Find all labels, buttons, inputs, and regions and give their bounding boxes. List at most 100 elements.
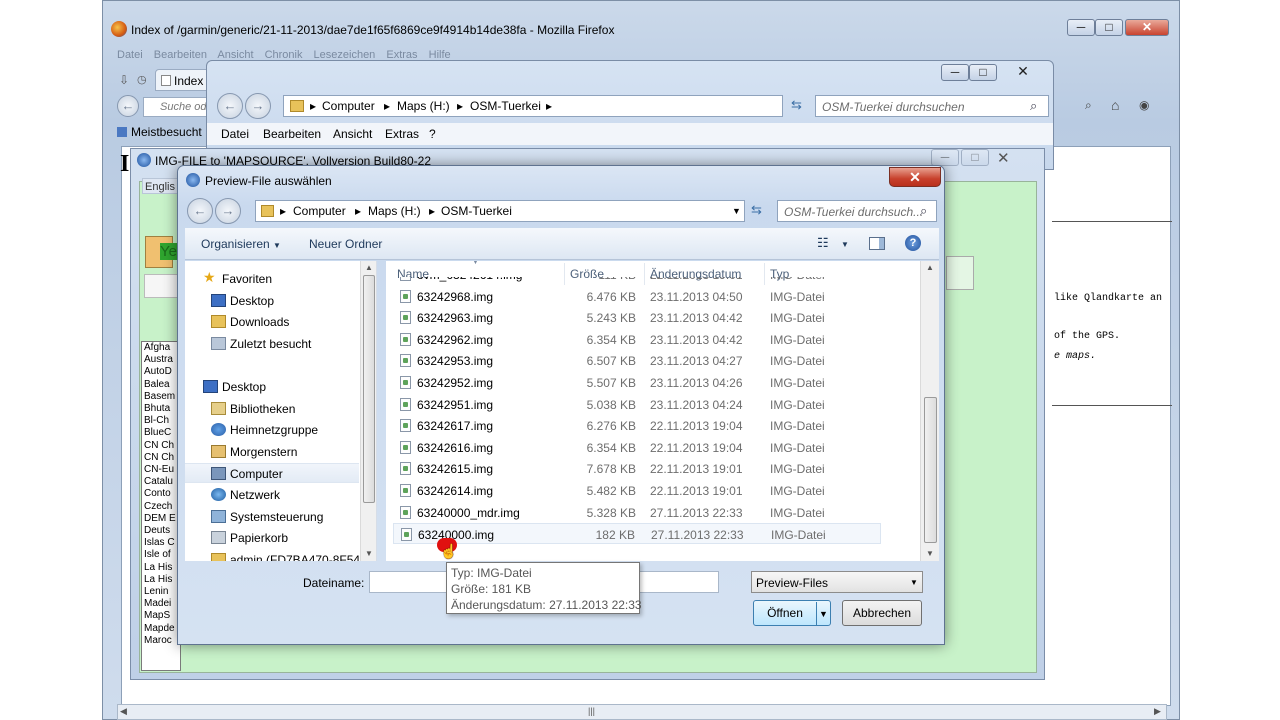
app-close-button[interactable]: ✕ [997, 149, 1010, 167]
search-input[interactable]: Suche od [143, 97, 211, 117]
nav-papierkorb[interactable]: Papierkorb [211, 528, 373, 548]
nav-heimnetzgruppe[interactable]: Heimnetzgruppe [211, 420, 373, 440]
nav-computer[interactable]: Computer [185, 463, 359, 483]
dialog-search-input[interactable]: OSM-Tuerkei durchsuch... ⌕ [777, 200, 937, 222]
country-list-item[interactable]: Bhuta [142, 403, 180, 415]
crumb-osm-tuerkei[interactable]: OSM-Tuerkei [470, 99, 541, 113]
file-scrollbar[interactable]: ▲ ▼ [920, 261, 939, 561]
scroll-left-icon[interactable]: ◀ [120, 706, 127, 717]
dialog-address-bar[interactable]: ▸ Computer ▸ Maps (H:) ▸ OSM-Tuerkei ▼ [255, 200, 745, 222]
country-list-item[interactable]: Balea [142, 379, 180, 391]
download-icon[interactable]: ⇩ [119, 73, 129, 87]
address-dropdown-icon[interactable]: ▼ [732, 206, 741, 216]
scroll-down-icon[interactable]: ▼ [926, 549, 934, 558]
explorer-menu-bearbeiten[interactable]: Bearbeiten [263, 127, 321, 141]
crumb-maps[interactable]: Maps (H:) [397, 99, 450, 113]
dialog-close-button[interactable]: ✕ [889, 167, 941, 187]
explorer-menu-extras[interactable]: Extras [385, 127, 419, 141]
scroll-grip-icon[interactable]: ||| [588, 706, 595, 716]
view-options-icon[interactable]: ☷ [817, 235, 829, 251]
explorer-menu-ansicht[interactable]: Ansicht [333, 127, 372, 141]
explorer-menu-datei[interactable]: Datei [221, 127, 249, 141]
open-split-chevron-icon[interactable]: ▼ [816, 602, 830, 626]
file-row[interactable]: 63242953.img 6.507 KB 23.11.2013 04:27 IMG-… [393, 350, 881, 371]
file-scroll-thumb[interactable] [924, 397, 937, 543]
crumb-computer[interactable]: Computer [322, 99, 375, 113]
maximize-button[interactable]: □ [1095, 19, 1123, 36]
file-row[interactable]: 63242616.img 6.354 KB 22.11.2013 19:04 IMG-… [393, 437, 881, 458]
nav-systemsteuerung[interactable]: Systemsteuerung [211, 507, 373, 527]
file-row[interactable]: 63240000.img 182 KB 27.11.2013 22:33 IMG-Da… [393, 523, 881, 545]
explorer-menu-help[interactable]: ? [429, 127, 436, 141]
dialog-forward-button[interactable]: → [215, 198, 241, 224]
country-list[interactable]: Afgha Austra AutoD Balea Basem Bhuta Bl-Ch Blue… [141, 341, 181, 671]
close-button[interactable]: ✕ [1125, 19, 1169, 36]
scroll-up-icon[interactable]: ▲ [365, 263, 373, 272]
explorer-search-input[interactable]: OSM-Tuerkei durchsuchen ⌕ [815, 95, 1049, 117]
open-button[interactable]: Öffnen ▼ [753, 600, 831, 626]
file-row[interactable]: 63242617.img 6.276 KB 22.11.2013 19:04 IMG-… [393, 415, 881, 436]
file-row[interactable]: 63242615.img 7.678 KB 22.11.2013 19:01 IMG-… [393, 458, 881, 479]
country-list-item[interactable]: Maroc [142, 635, 180, 647]
dialog-crumb-maps[interactable]: Maps (H:) [368, 204, 421, 218]
file-row[interactable]: 63242614.img 5.482 KB 22.11.2013 19:01 IMG-… [393, 480, 881, 501]
dialog-crumb-computer[interactable]: Computer [293, 204, 346, 218]
country-list-item[interactable]: Catalu [142, 476, 180, 488]
back-button[interactable]: ← [117, 95, 139, 117]
addon-icon[interactable]: ◉ [1139, 98, 1149, 112]
nav-desktop-fav[interactable]: Desktop [211, 291, 373, 311]
country-list-item[interactable]: CN-Eu [142, 464, 180, 476]
dialog-back-button[interactable]: ← [187, 198, 213, 224]
file-row[interactable]: ovm_63242614.img 111 KB 22.11.2013 19:01 IM… [393, 277, 881, 285]
new-folder-button[interactable]: Neuer Ordner [309, 237, 382, 251]
country-list-item[interactable]: Bl-Ch [142, 415, 180, 427]
country-list-item[interactable]: MapS [142, 610, 180, 622]
file-row[interactable]: 63242952.img 5.507 KB 23.11.2013 04:26 IMG-… [393, 372, 881, 393]
nav-netzwerk[interactable]: Netzwerk [211, 485, 373, 505]
country-list-item[interactable]: BlueC [142, 427, 180, 439]
help-icon[interactable]: ? [905, 235, 921, 251]
country-list-item[interactable]: AutoD [142, 366, 180, 378]
organize-button[interactable]: Organisieren ▼ [201, 237, 281, 251]
explorer-forward-button[interactable]: → [245, 93, 271, 119]
country-list-item[interactable]: CN Ch [142, 440, 180, 452]
country-list-item[interactable]: Basem [142, 391, 180, 403]
file-type-select[interactable]: Preview-Files ▼ [751, 571, 923, 593]
scroll-right-icon[interactable]: ▶ [1154, 706, 1161, 717]
file-row[interactable]: 63242951.img 5.038 KB 23.11.2013 04:24 IMG-… [393, 394, 881, 415]
country-list-item[interactable]: Madei [142, 598, 180, 610]
explorer-maximize-button[interactable]: □ [969, 64, 997, 81]
nav-admin-folder[interactable]: admin (FD7BA470-8F54 [211, 550, 373, 561]
nav-scrollbar[interactable]: ▲ ▼ [360, 261, 376, 561]
app-minimize-button[interactable]: ─ [931, 149, 959, 166]
yes-button[interactable]: Ye [145, 236, 177, 268]
menu-bearbeiten[interactable]: Bearbeiten [154, 49, 207, 61]
country-list-item[interactable]: La His [142, 574, 180, 586]
country-list-item[interactable]: Conto [142, 488, 180, 500]
scroll-up-icon[interactable]: ▲ [926, 263, 934, 272]
dialog-refresh-icon[interactable]: ⇆ [751, 202, 762, 218]
file-row[interactable]: 63242963.img 5.243 KB 23.11.2013 04:42 IMG-… [393, 307, 881, 328]
preview-pane-icon[interactable] [869, 237, 885, 250]
app-maximize-button[interactable]: □ [961, 149, 989, 166]
country-list-item[interactable]: Isle of [142, 549, 180, 561]
country-list-item[interactable]: CN Ch [142, 452, 180, 464]
country-list-item[interactable]: Lenin [142, 586, 180, 598]
nav-bibliotheken[interactable]: Bibliotheken [211, 399, 373, 419]
nav-scroll-thumb[interactable] [363, 275, 375, 503]
file-row[interactable]: 63242962.img 6.354 KB 23.11.2013 04:42 IMG-… [393, 329, 881, 350]
nav-favoriten[interactable]: ★ Favoriten [203, 269, 373, 289]
country-list-item[interactable]: Mapde [142, 623, 180, 635]
right-search-icon[interactable]: ⌕ [1085, 98, 1092, 113]
dialog-crumb-osm-tuerkei[interactable]: OSM-Tuerkei [441, 204, 512, 218]
bookmark-meistbesucht[interactable]: Meistbesucht [117, 125, 202, 139]
explorer-minimize-button[interactable]: ─ [941, 64, 969, 81]
nav-zuletzt-besucht[interactable]: Zuletzt besucht [211, 334, 373, 354]
history-icon[interactable]: ◷ [137, 73, 147, 86]
file-row[interactable]: 63240000_mdr.img 5.328 KB 27.11.2013 22:33… [393, 502, 881, 523]
nav-morgenstern[interactable]: Morgenstern [211, 442, 373, 462]
explorer-back-button[interactable]: ← [217, 93, 243, 119]
country-list-item[interactable]: Deuts [142, 525, 180, 537]
minimize-button[interactable]: ─ [1067, 19, 1095, 36]
country-list-item[interactable]: Czech [142, 501, 180, 513]
